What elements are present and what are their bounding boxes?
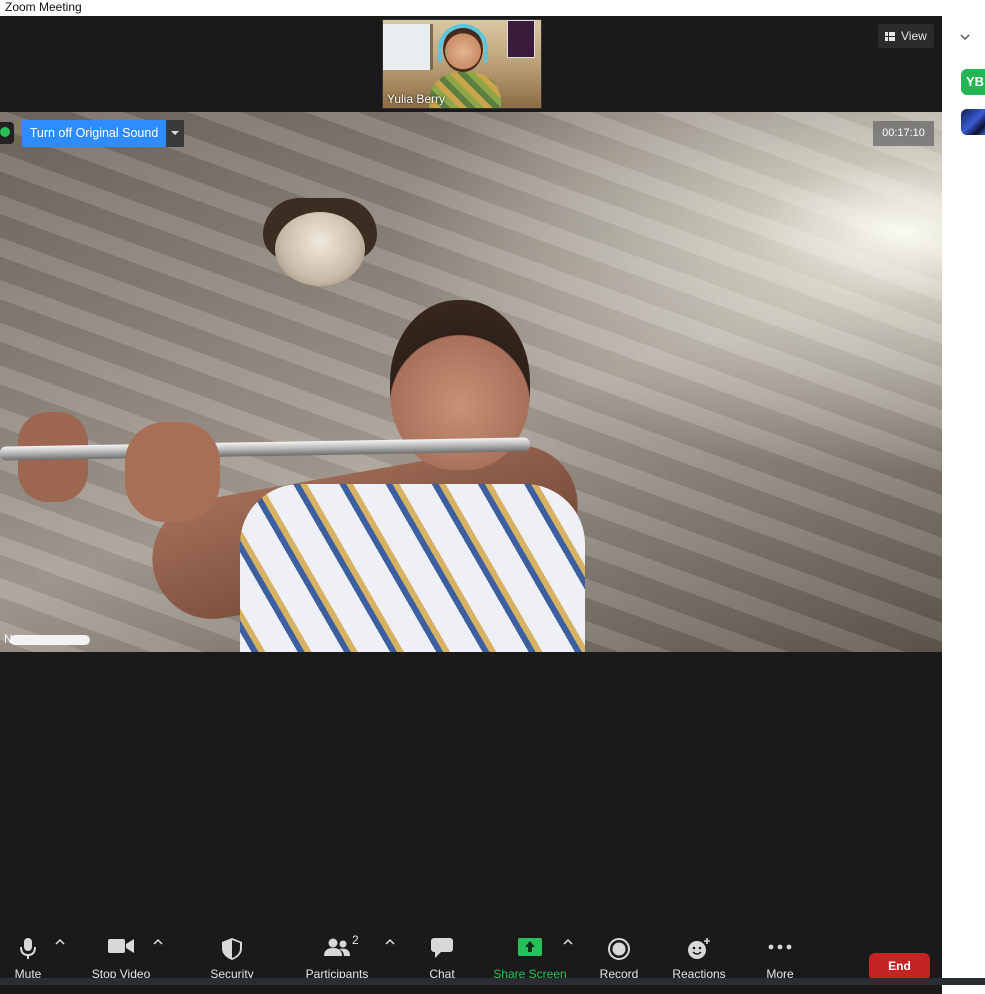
person-right-hand <box>125 422 220 522</box>
thumbnail-background-window <box>383 24 433 70</box>
ceiling-light-glass <box>275 212 365 286</box>
meeting-timer: 00:17:10 <box>873 121 934 146</box>
main-video: Turn off Original Sound 00:17:10 N <box>0 112 942 652</box>
grid-icon <box>885 32 895 41</box>
view-button-label: View <box>901 29 927 43</box>
participants-count: 2 <box>352 933 359 947</box>
thumbnail-poster <box>507 20 535 58</box>
main-participant-name: N <box>4 631 94 649</box>
chat-bubble-icon <box>431 938 453 958</box>
thumbnail-participant-name: Yulia Berry <box>387 92 446 106</box>
participants-icon <box>324 938 350 956</box>
video-camera-icon <box>108 939 134 953</box>
original-sound-button[interactable]: Turn off Original Sound <box>22 120 166 147</box>
participants-options-caret-icon[interactable] <box>385 938 395 946</box>
participant-thumbnail[interactable]: Yulia Berry <box>382 19 542 109</box>
side-panel: YB <box>942 16 985 978</box>
ellipsis-icon <box>768 944 792 950</box>
mute-options-caret-icon[interactable] <box>55 938 65 946</box>
taskbar-edge <box>0 978 985 985</box>
record-icon <box>608 938 630 960</box>
shield-icon <box>222 938 242 960</box>
ceiling-light <box>263 198 377 288</box>
person-shirt <box>240 484 585 652</box>
headset-icon <box>438 24 488 62</box>
avatar-image[interactable] <box>961 109 985 135</box>
redacted-name-scribble <box>10 635 90 645</box>
microphone-icon <box>20 938 36 959</box>
chevron-down-icon[interactable] <box>960 32 970 42</box>
view-button[interactable]: View <box>878 24 934 48</box>
share-screen-arrow-icon <box>518 938 542 956</box>
video-options-caret-icon[interactable] <box>153 938 163 946</box>
shield-status-dot <box>0 127 10 137</box>
meeting-area: Yulia Berry View Turn off Original Sound… <box>0 16 942 994</box>
participant-name-initial: N <box>4 632 13 646</box>
share-options-caret-icon[interactable] <box>563 938 573 946</box>
original-sound-dropdown[interactable] <box>166 120 184 147</box>
encryption-shield-icon[interactable] <box>0 122 14 144</box>
window-title: Zoom Meeting <box>0 0 985 16</box>
smiley-plus-icon <box>688 938 710 959</box>
avatar-yb[interactable]: YB <box>961 69 985 95</box>
end-meeting-button[interactable]: End <box>869 953 930 980</box>
